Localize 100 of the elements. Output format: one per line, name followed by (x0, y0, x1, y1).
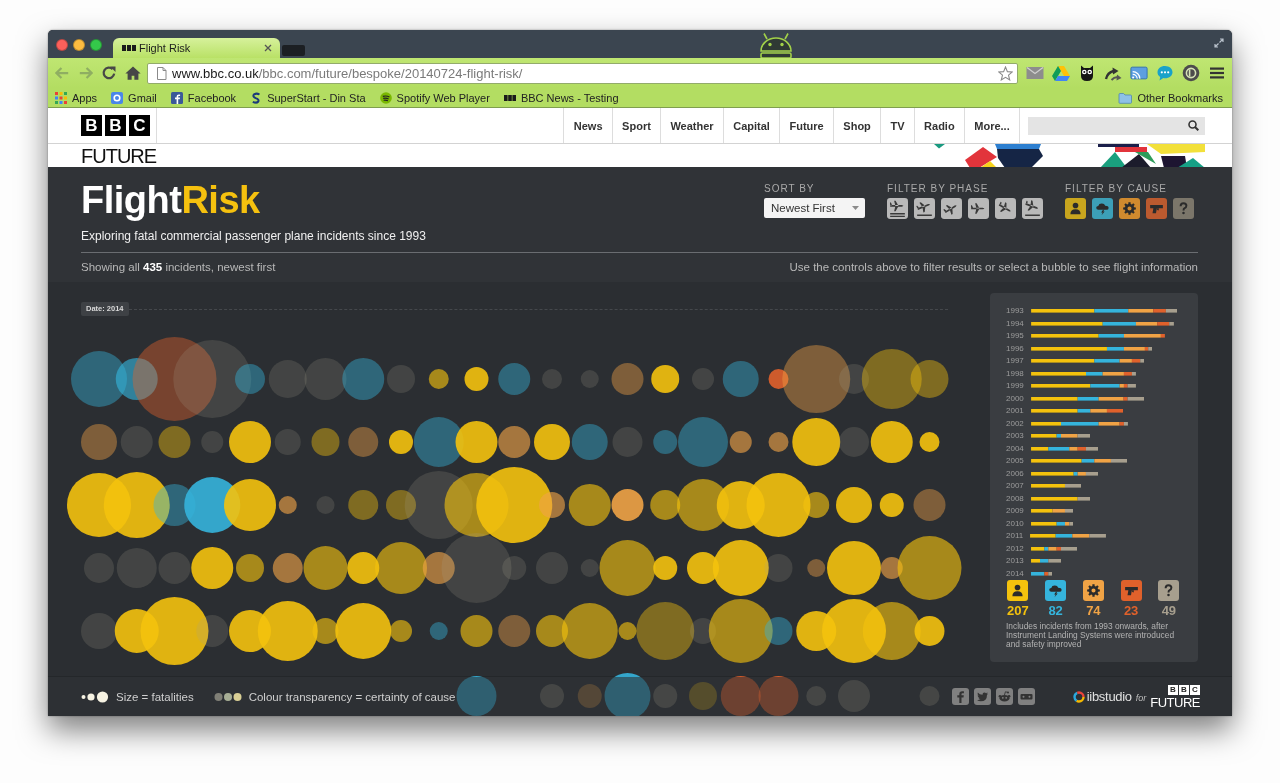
filter-label: FILTER BY CAUSE (1065, 184, 1168, 194)
year-label: 2009 (1006, 506, 1024, 517)
url-text: www.bbc.co.uk/bbc.com/future/bespoke/20140724-flight-risk/ (172, 65, 523, 81)
year-label: 1995 (1006, 331, 1024, 342)
ring-logo-icon[interactable] (1182, 64, 1200, 82)
menu-icon[interactable] (1210, 67, 1224, 79)
fullscreen-icon[interactable] (1214, 38, 1224, 48)
nav-link[interactable]: More... (963, 108, 1020, 143)
star-icon[interactable] (998, 65, 1013, 81)
year-label: 2001 (1006, 406, 1024, 417)
cassette-icon[interactable] (1017, 688, 1035, 705)
bubble-row[interactable] (84, 533, 962, 603)
stacked-bar (1030, 434, 1091, 439)
nav-link[interactable]: News (563, 108, 612, 143)
year-label: 2002 (1006, 418, 1024, 429)
owl-icon[interactable] (1078, 64, 1096, 82)
bubble-row[interactable] (71, 337, 949, 421)
bubble-row[interactable] (81, 597, 945, 665)
bird-icon[interactable] (973, 688, 991, 705)
stacked-bar (1030, 509, 1074, 514)
window-minimize-button[interactable] (73, 39, 85, 51)
stacked-bar (1030, 546, 1078, 551)
bookmark-folder[interactable]: Other Bookmarks (1118, 91, 1223, 104)
person-icon[interactable] (1065, 198, 1086, 219)
address-field[interactable]: www.bbc.co.uk/bbc.com/future/bespoke/20140724-flight-risk/ (147, 62, 1018, 84)
bubble-row[interactable] (67, 467, 946, 543)
nav-link[interactable]: Capital (722, 108, 780, 143)
f-logo-icon[interactable] (951, 688, 969, 705)
year-label: 1998 (1006, 368, 1024, 379)
cast-icon[interactable] (1130, 64, 1148, 82)
app-subtitle: Exploring fatal commercial passenger plane incidents since 1993 (81, 229, 426, 243)
section-logo-text: FUTURE (1150, 695, 1200, 709)
gear-icon[interactable] (1119, 198, 1140, 219)
stacked-bar (1030, 521, 1074, 526)
bbc-blocks-icon (122, 45, 136, 51)
nav-link[interactable]: Shop (833, 108, 881, 143)
dots-fade-icon (213, 690, 242, 703)
caret-icon (852, 206, 859, 210)
alien-icon[interactable] (995, 688, 1013, 705)
sort-dropdown[interactable]: Newest First (764, 198, 865, 218)
bubble-row[interactable] (81, 417, 940, 467)
window-close-button[interactable] (56, 39, 68, 51)
year-label: 2007 (1006, 481, 1024, 492)
year-label: 1993 (1006, 306, 1024, 317)
nav-link[interactable]: Future (779, 108, 834, 143)
window-zoom-button[interactable] (90, 39, 102, 51)
cause-count: 23 (1123, 604, 1139, 618)
year-label: 2008 (1006, 493, 1024, 504)
plane-icon[interactable] (995, 198, 1016, 219)
f-logo-icon (170, 91, 183, 104)
year-label: 2011 (1006, 531, 1024, 542)
stacked-bar (1030, 484, 1082, 489)
app-grid-icon (55, 91, 67, 104)
nav-link[interactable]: Radio (913, 108, 964, 143)
search-icon[interactable] (1188, 120, 1199, 131)
nav-link[interactable]: TV (880, 108, 914, 143)
stacked-bar (1030, 496, 1091, 501)
section-title[interactable]: FUTURE (48, 144, 157, 167)
year-label: 2013 (1006, 556, 1024, 567)
reload-icon[interactable] (100, 64, 118, 82)
sort-label: SORT BY (764, 184, 816, 194)
nav-link[interactable]: Weather (660, 108, 723, 143)
plane-icon[interactable] (1022, 198, 1043, 219)
joiner-text: for (1135, 693, 1147, 703)
results-summary: Showing all 435 incidents, newest first (81, 260, 276, 274)
year-label: 1994 (1006, 318, 1024, 329)
year-label: 2005 (1006, 456, 1024, 467)
plane-icon[interactable] (941, 198, 962, 219)
search-field[interactable] (1028, 116, 1205, 135)
cause-count: 74 (1086, 604, 1101, 618)
bookmark-link[interactable]: BBC News - Testing (503, 91, 619, 104)
stacked-bar (1030, 571, 1053, 576)
bookmark-link[interactable]: SuperStart - Din Sta (250, 91, 366, 104)
plane-icon[interactable] (914, 198, 935, 219)
year-label: 2012 (1006, 543, 1024, 554)
plane-icon[interactable] (887, 198, 908, 219)
s-curve-icon (250, 91, 263, 104)
bbc-logo[interactable]: B B C (81, 115, 150, 136)
year-label: 2006 (1006, 468, 1024, 479)
bookmark-link[interactable]: Facebook (170, 91, 237, 104)
question-mark-icon[interactable] (1173, 198, 1194, 219)
bookmark-link[interactable]: Apps (55, 91, 98, 104)
browser-tab[interactable]: Flight Risk (113, 38, 280, 58)
plane-icon[interactable] (968, 198, 989, 219)
folder-icon (1118, 91, 1133, 104)
home-icon[interactable] (123, 64, 142, 82)
ring-logo-icon (1072, 690, 1085, 703)
pistol-icon[interactable] (1146, 198, 1167, 219)
year-label: 1997 (1006, 356, 1024, 367)
page-icon (156, 66, 167, 80)
bookmark-link[interactable]: Spotify Web Player (379, 91, 490, 104)
instructions-text: Use the controls above to filter results or select a bubble to see flight information (789, 260, 1198, 274)
dots-size-icon (81, 690, 109, 703)
bookmark-link[interactable]: Gmail (111, 91, 157, 104)
nav-link[interactable]: Sport (611, 108, 661, 143)
studio-logo-text: iibstudio (1086, 689, 1132, 704)
year-label: 2003 (1006, 431, 1024, 442)
cloud-lightning-icon[interactable] (1092, 198, 1113, 219)
stacked-bar (1030, 446, 1099, 451)
close-icon[interactable] (264, 44, 272, 52)
